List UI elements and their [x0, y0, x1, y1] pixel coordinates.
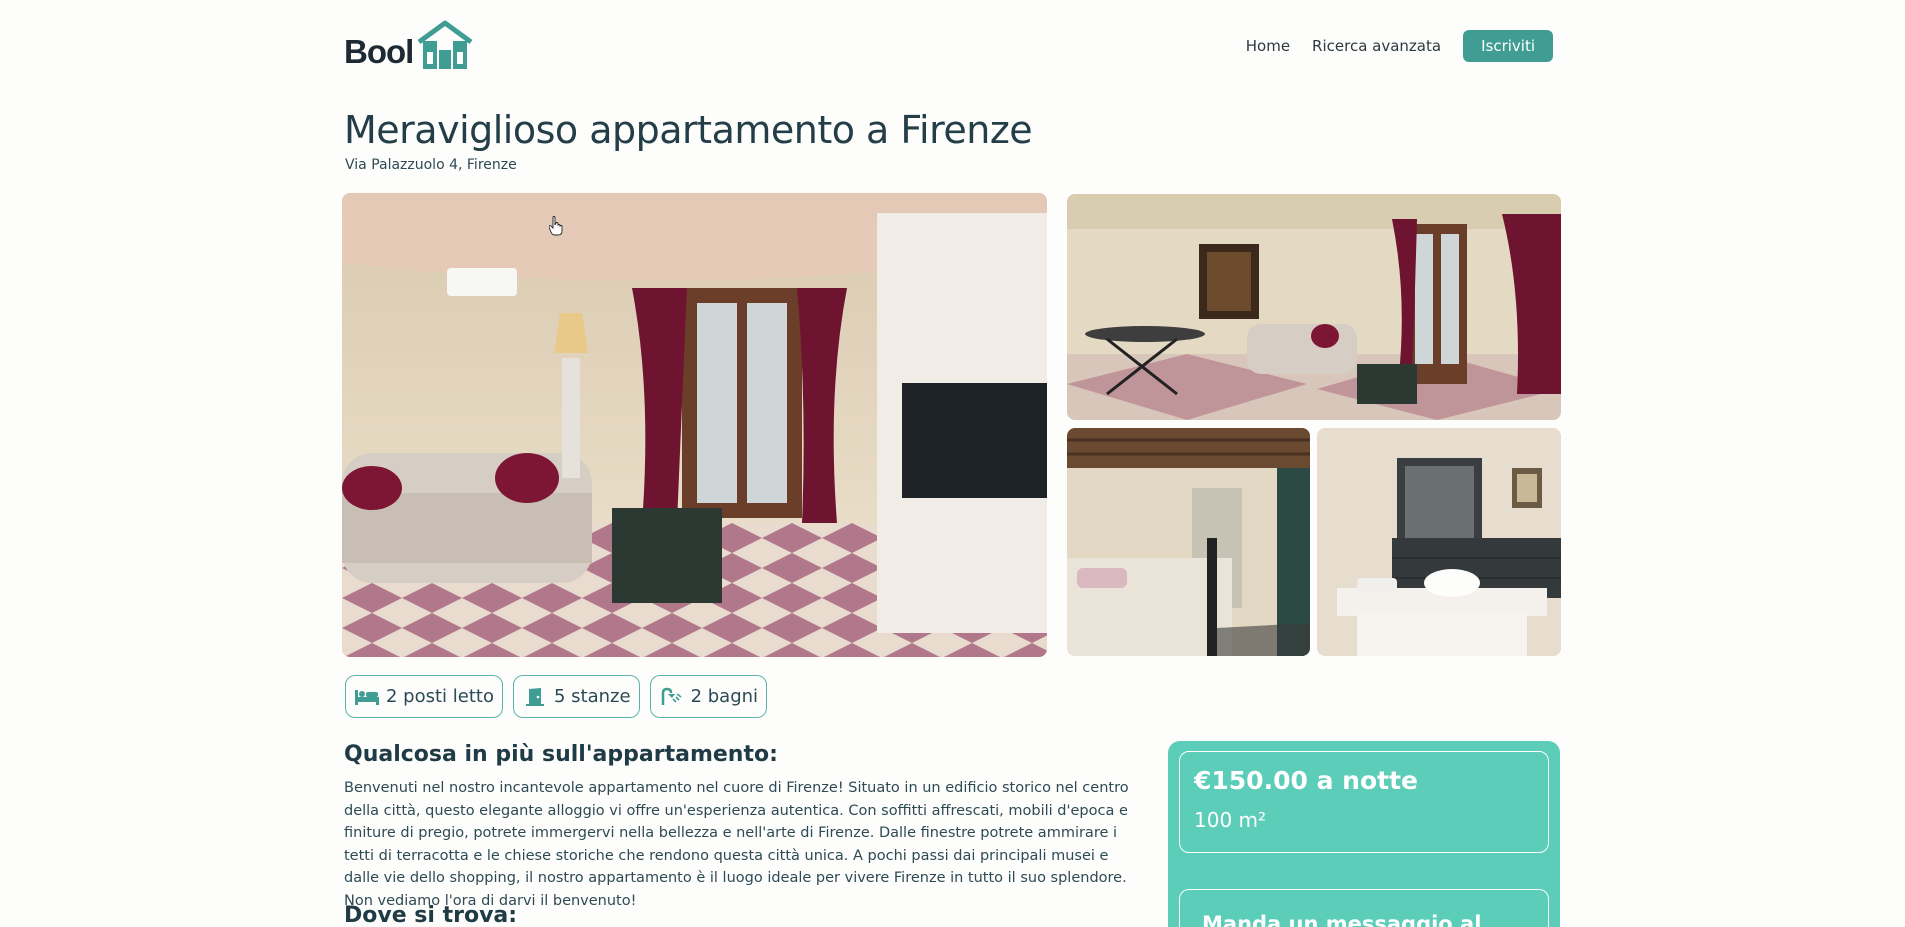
door-icon: [525, 687, 544, 706]
feature-bathrooms-label: 2 bagni: [690, 686, 759, 707]
description-title: Qualcosa in più sull'appartamento:: [344, 742, 778, 767]
bed-icon: [355, 689, 379, 705]
dining-room-image: [1067, 194, 1561, 420]
feature-beds-label: 2 posti letto: [386, 686, 494, 707]
feature-rooms: 5 stanze: [512, 675, 640, 718]
message-box[interactable]: Manda un messaggio al: [1179, 889, 1549, 927]
description-text: Benvenuti nel nostro incantevole apparta…: [344, 780, 1129, 909]
logo-text: Bool: [344, 33, 414, 70]
house-bnb-icon: [417, 20, 473, 69]
listing-address: Via Palazzuolo 4, Firenze: [345, 157, 517, 173]
feature-rooms-label: 5 stanze: [553, 686, 631, 707]
gallery-photo-bathroom[interactable]: [1317, 428, 1561, 656]
bedroom-image: [1067, 428, 1310, 656]
gallery-photo-dining[interactable]: [1067, 194, 1561, 420]
area-size: 100 m²: [1194, 808, 1267, 832]
feature-chips: 2 posti letto 5 stanze 2 bagni: [345, 675, 768, 718]
nav-advanced-search-link[interactable]: Ricerca avanzata: [1312, 37, 1441, 55]
hand-cursor-icon: [549, 216, 563, 236]
signup-button[interactable]: Iscriviti: [1463, 30, 1553, 62]
price-card: €150.00 a notte 100 m² Manda un messaggi…: [1168, 741, 1560, 927]
gallery-photo-bedroom[interactable]: [1067, 428, 1310, 656]
gallery-main-photo[interactable]: [342, 193, 1047, 657]
message-title: Manda un messaggio al: [1202, 912, 1482, 927]
shower-icon: [661, 687, 682, 705]
living-room-image: [342, 193, 1047, 657]
location-title: Dove si trova:: [344, 903, 518, 927]
price-per-night: €150.00 a notte: [1194, 766, 1418, 795]
nav-home-link[interactable]: Home: [1246, 37, 1290, 55]
main-nav: Home Ricerca avanzata Iscriviti: [1246, 30, 1553, 62]
price-box: €150.00 a notte 100 m²: [1179, 751, 1549, 853]
feature-bathrooms: 2 bagni: [649, 675, 768, 718]
bathroom-image: [1317, 428, 1561, 656]
logo[interactable]: Bool: [344, 20, 475, 70]
feature-beds: 2 posti letto: [345, 675, 503, 718]
page-title: Meraviglioso appartamento a Firenze: [344, 108, 1033, 152]
